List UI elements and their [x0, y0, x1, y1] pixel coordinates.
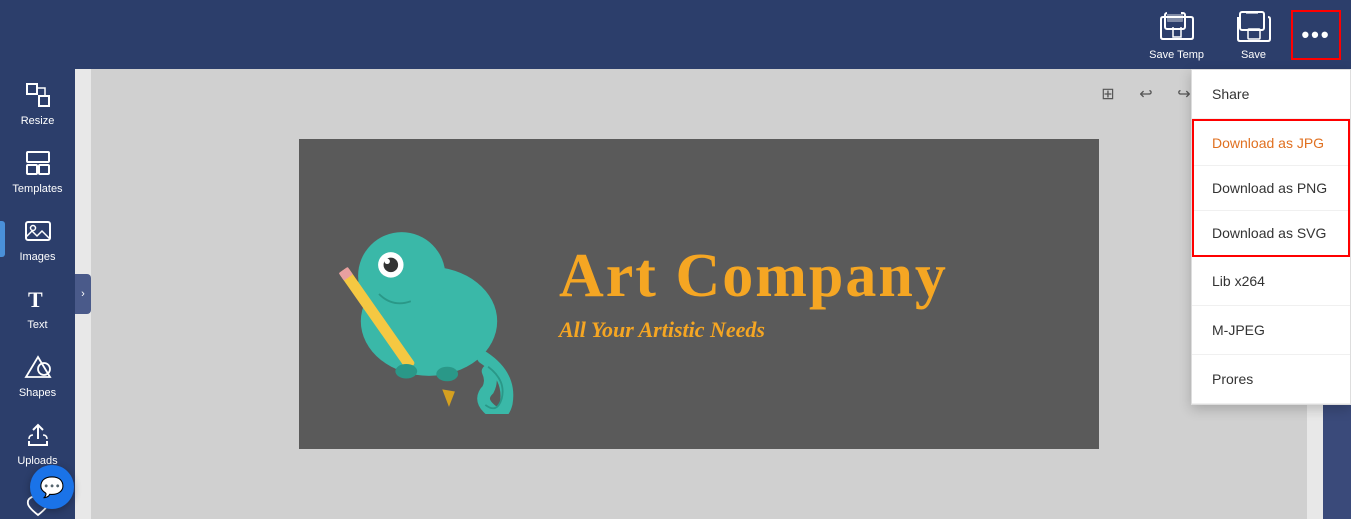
save-icon: [1236, 9, 1272, 45]
company-name: Art Company: [559, 245, 948, 307]
save-temp-icon: [1159, 9, 1195, 45]
resize-icon: [22, 79, 54, 111]
text-icon: T: [22, 283, 54, 315]
canvas-logo-area: Art Company All Your Artistic Needs: [299, 174, 1039, 414]
top-bar: Save Temp Save •••: [0, 0, 1351, 69]
left-panel-toggle[interactable]: ›: [75, 274, 91, 314]
chat-icon: 💬: [40, 475, 65, 500]
company-tagline: All Your Artistic Needs: [559, 317, 765, 343]
sidebar-item-resize[interactable]: Resize: [0, 69, 75, 137]
images-label: Images: [19, 251, 55, 263]
canvas-frame: Art Company All Your Artistic Needs: [299, 139, 1099, 449]
templates-label: Templates: [12, 183, 62, 195]
sidebar-item-uploads[interactable]: Uploads: [0, 409, 75, 477]
undo-button[interactable]: ↩: [1131, 79, 1161, 109]
templates-icon: [22, 147, 54, 179]
sidebar-item-templates[interactable]: Templates: [0, 137, 75, 205]
undo-icon: ↩: [1139, 84, 1152, 104]
dropdown-item-mjpeg[interactable]: M-JPEG: [1192, 306, 1350, 355]
chameleon-illustration: [329, 174, 529, 414]
shapes-label: Shapes: [19, 387, 56, 399]
sidebar-item-images[interactable]: Images: [0, 205, 75, 273]
dropdown-menu: Share Download as JPG Download as PNG Do…: [1191, 69, 1351, 405]
save-temp-label: Save Temp: [1149, 49, 1204, 61]
save-temp-button[interactable]: Save Temp: [1137, 3, 1216, 67]
redo-icon: ↪: [1177, 84, 1190, 104]
dropdown-item-libx264[interactable]: Lib x264: [1192, 257, 1350, 306]
canvas-text-area: Art Company All Your Artistic Needs: [559, 245, 948, 343]
dropdown-item-download-png[interactable]: Download as PNG: [1194, 165, 1348, 210]
grid-button[interactable]: ⊞: [1093, 79, 1123, 109]
main-area: Resize Templates Images: [0, 69, 1351, 519]
dropdown-item-download-svg[interactable]: Download as SVG: [1194, 210, 1348, 255]
images-icon: [22, 215, 54, 247]
sidebar-item-shapes[interactable]: Shapes: [0, 341, 75, 409]
resize-label: Resize: [21, 115, 55, 127]
svg-text:T: T: [28, 287, 43, 312]
dropdown-item-prores[interactable]: Prores: [1192, 355, 1350, 404]
uploads-icon: [22, 419, 54, 451]
dropdown-item-download-jpg[interactable]: Download as JPG: [1194, 121, 1348, 165]
left-toggle-icon: ›: [81, 288, 85, 300]
text-label: Text: [27, 319, 47, 331]
grid-icon: ⊞: [1101, 84, 1114, 104]
save-button[interactable]: Save: [1216, 3, 1291, 67]
more-options-button[interactable]: •••: [1291, 10, 1341, 60]
sidebar-item-text[interactable]: T Text: [0, 273, 75, 341]
canvas-area: ⊞ ↩ ↪ ✕: [91, 69, 1307, 519]
chat-button[interactable]: 💬: [30, 465, 74, 509]
shapes-icon: [22, 351, 54, 383]
dropdown-item-share[interactable]: Share: [1192, 70, 1350, 119]
save-label: Save: [1241, 49, 1266, 61]
left-sidebar: Resize Templates Images: [0, 69, 75, 519]
download-options-group: Download as JPG Download as PNG Download…: [1192, 119, 1350, 257]
more-dots-icon: •••: [1301, 22, 1330, 48]
